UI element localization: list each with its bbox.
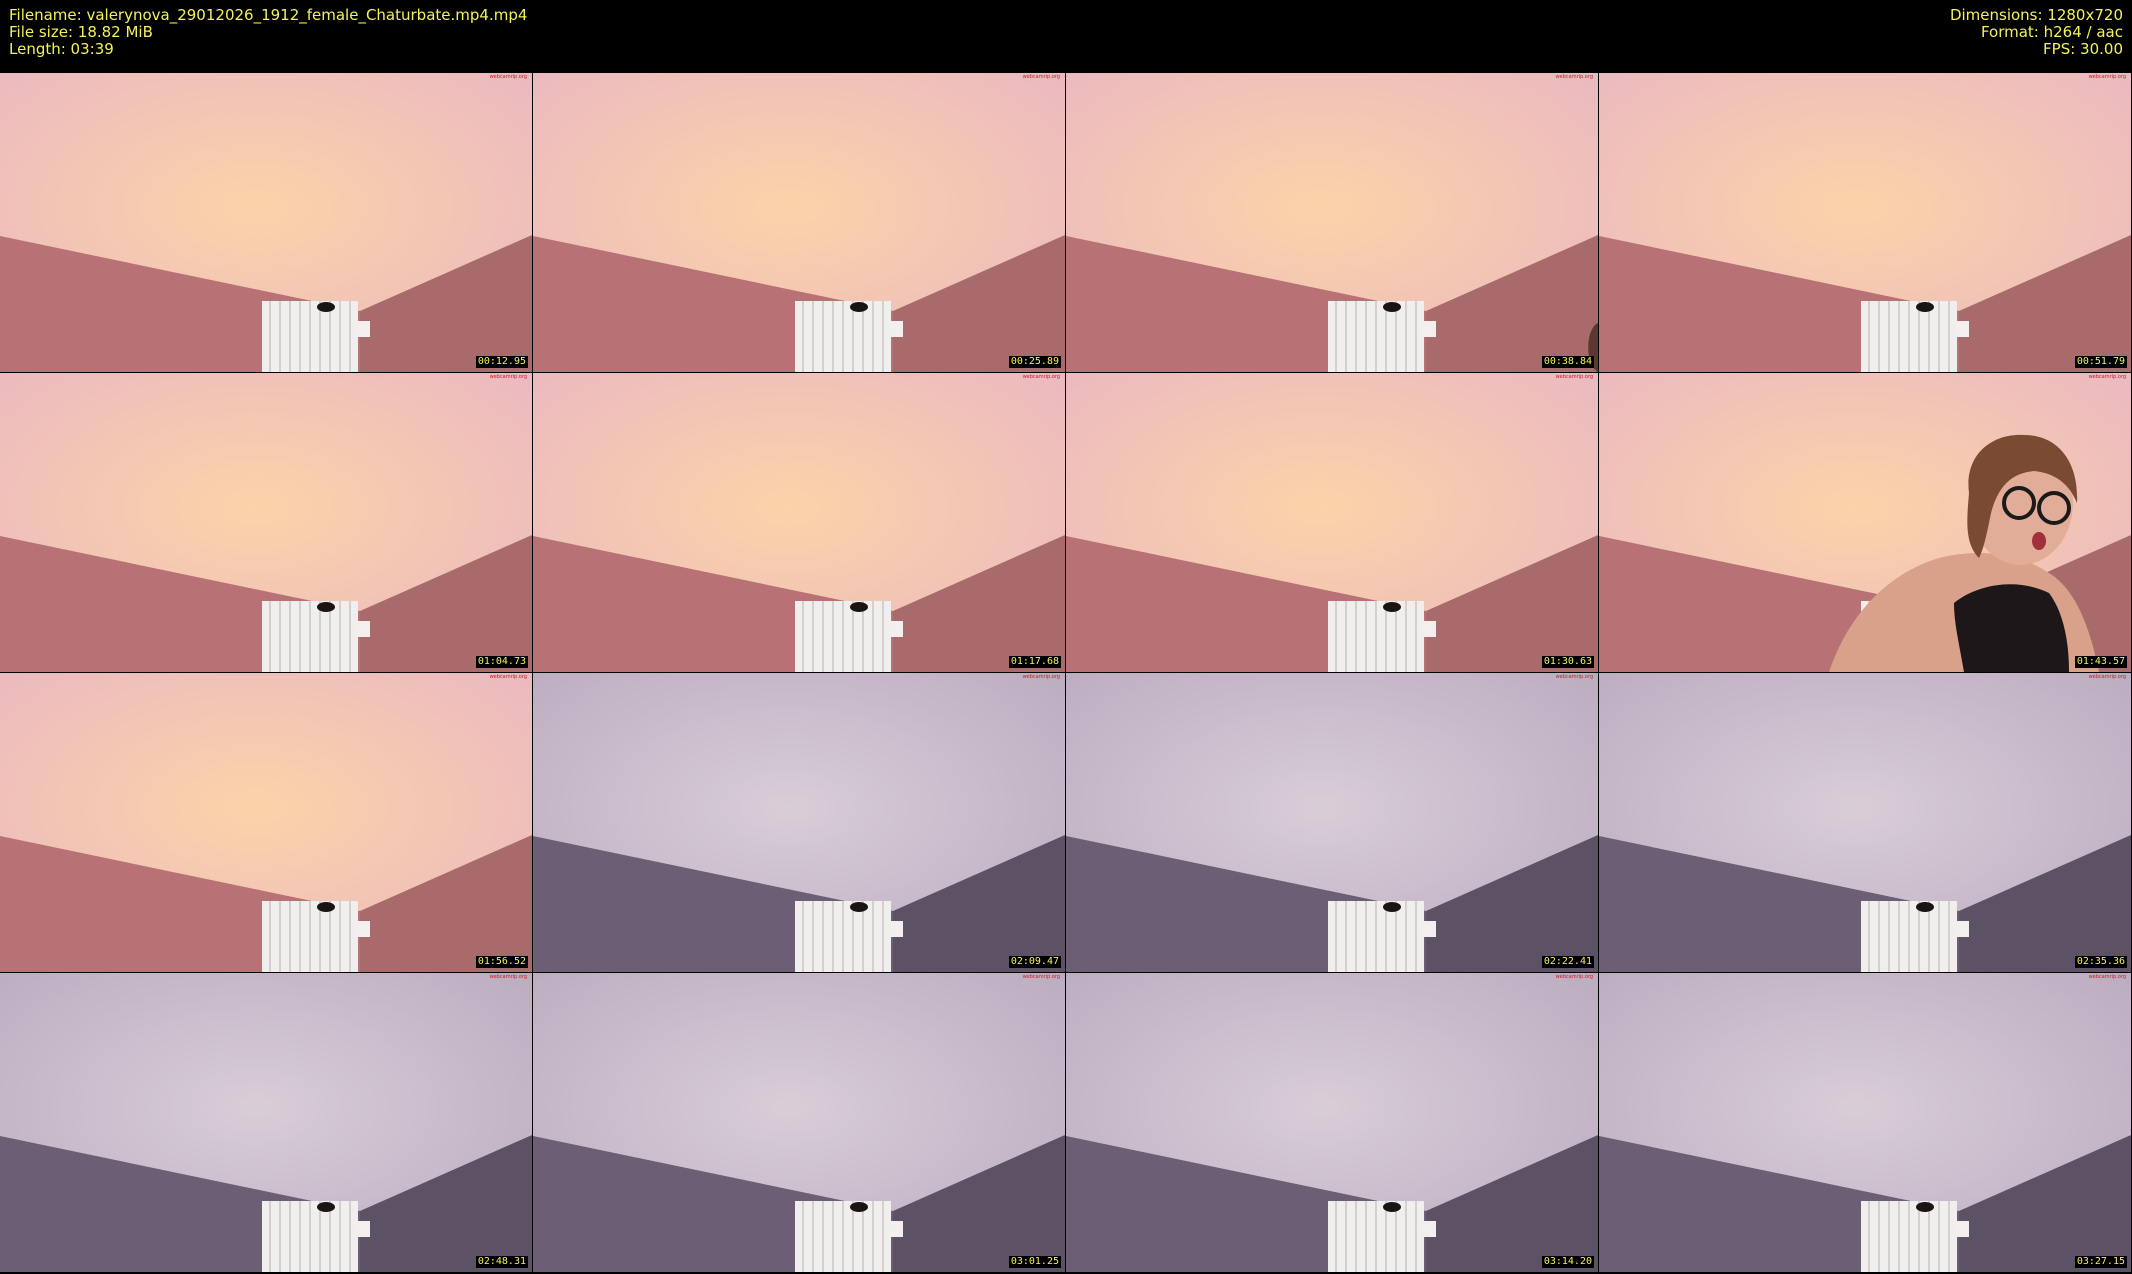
thumbnail-grid: webcamrip.org 00:12.95 webcamrip.org 00:25.… — [0, 73, 2132, 1273]
thumbnail-frame: webcamrip.org 02:22.41 — [1066, 673, 1598, 972]
timestamp-label: 00:12.95 — [475, 356, 528, 368]
thumbnail-frame: webcamrip.org 02:35.36 — [1599, 673, 2131, 972]
watermark-text: webcamrip.org — [489, 674, 527, 680]
timestamp-label: 01:30.63 — [1541, 656, 1594, 668]
watermark-text: webcamrip.org — [1022, 74, 1060, 80]
watermark-text: webcamrip.org — [1555, 74, 1593, 80]
thumbnail-frame: webcamrip.org 02:48.31 — [0, 973, 532, 1272]
file-info-right: Dimensions: 1280x720 Format: h264 / aac … — [1950, 7, 2123, 58]
watermark-text: webcamrip.org — [1555, 674, 1593, 680]
timestamp-label: 01:43.57 — [2074, 656, 2127, 668]
watermark-text: webcamrip.org — [489, 74, 527, 80]
timestamp-label: 03:27.15 — [2074, 1256, 2127, 1268]
thumbnail-frame: webcamrip.org 03:14.20 — [1066, 973, 1598, 1272]
timestamp-label: 03:14.20 — [1541, 1256, 1594, 1268]
thumbnail-frame: webcamrip.org 03:27.15 — [1599, 973, 2131, 1272]
watermark-text: webcamrip.org — [1022, 374, 1060, 380]
watermark-text: webcamrip.org — [1555, 374, 1593, 380]
watermark-text: webcamrip.org — [2088, 974, 2126, 980]
thumbnail-frame: webcamrip.org 01:17.68 — [533, 373, 1065, 672]
watermark-text: webcamrip.org — [1555, 974, 1593, 980]
timestamp-label: 01:04.73 — [475, 656, 528, 668]
timestamp-label: 00:25.89 — [1008, 356, 1061, 368]
format-text: Format: h264 / aac — [1980, 23, 2123, 41]
timestamp-label: 02:09.47 — [1008, 956, 1061, 968]
timestamp-label: 03:01.25 — [1008, 1256, 1061, 1268]
fps-text: FPS: 30.00 — [2043, 40, 2123, 58]
thumbnail-frame: webcamrip.org 01:30.63 — [1066, 373, 1598, 672]
timestamp-label: 01:56.52 — [475, 956, 528, 968]
thumbnail-frame: webcamrip.org 02:09.47 — [533, 673, 1065, 972]
watermark-text: webcamrip.org — [489, 374, 527, 380]
thumbnail-frame: webcamrip.org 00:51.79 — [1599, 73, 2131, 372]
timestamp-label: 01:17.68 — [1008, 656, 1061, 668]
timestamp-label: 02:35.36 — [2074, 956, 2127, 968]
length-text: Length: 03:39 — [9, 40, 114, 58]
timestamp-label: 00:51.79 — [2074, 356, 2127, 368]
timestamp-label: 02:48.31 — [475, 1256, 528, 1268]
watermark-text: webcamrip.org — [1022, 674, 1060, 680]
thumbnail-frame: webcamrip.org 01:56.52 — [0, 673, 532, 972]
dimensions-text: Dimensions: 1280x720 — [1949, 6, 2123, 24]
thumbnail-frame: webcamrip.org 00:38.84 — [1066, 73, 1598, 372]
thumbnail-frame: webcamrip.org 00:12.95 — [0, 73, 532, 372]
watermark-text: webcamrip.org — [2088, 674, 2126, 680]
thumbnail-frame: webcamrip.org 01:43.57 — [1599, 373, 2131, 672]
thumbnail-frame: webcamrip.org 00:25.89 — [533, 73, 1065, 372]
watermark-text: webcamrip.org — [2088, 74, 2126, 80]
info-header: Filename: valerynova_29012026_1912_femal… — [0, 0, 2132, 72]
timestamp-label: 00:38.84 — [1541, 356, 1594, 368]
thumbnail-frame: webcamrip.org 01:04.73 — [0, 373, 532, 672]
filename-text: Filename: valerynova_29012026_1912_femal… — [9, 6, 528, 24]
watermark-text: webcamrip.org — [2088, 374, 2126, 380]
timestamp-label: 02:22.41 — [1541, 956, 1594, 968]
file-info-left: Filename: valerynova_29012026_1912_femal… — [9, 7, 527, 58]
watermark-text: webcamrip.org — [1022, 974, 1060, 980]
thumbnail-frame: webcamrip.org 03:01.25 — [533, 973, 1065, 1272]
filesize-text: File size: 18.82 MiB — [9, 23, 153, 41]
watermark-text: webcamrip.org — [489, 974, 527, 980]
